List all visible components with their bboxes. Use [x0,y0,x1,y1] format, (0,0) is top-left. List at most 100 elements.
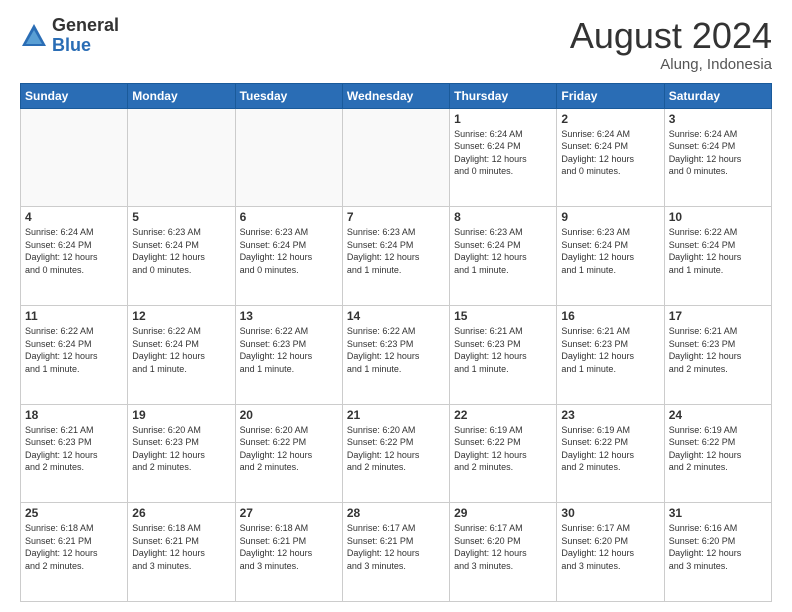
day-number: 5 [132,210,230,224]
day-info: Sunrise: 6:18 AM Sunset: 6:21 PM Dayligh… [240,522,338,572]
week-row-5: 25 Sunrise: 6:18 AM Sunset: 6:21 PM Dayli… [21,503,772,602]
day-number: 7 [347,210,445,224]
day-cell: 2 Sunrise: 6:24 AM Sunset: 6:24 PM Daylig… [557,108,664,207]
day-cell: 12 Sunrise: 6:22 AM Sunset: 6:24 PM Dayli… [128,305,235,404]
day-cell: 6 Sunrise: 6:23 AM Sunset: 6:24 PM Daylig… [235,207,342,306]
day-cell: 28Sunrise: 6:17 AM Sunset: 6:21 PM Dayli… [342,503,449,602]
weekday-header-friday: Friday [557,83,664,108]
weekday-header-tuesday: Tuesday [235,83,342,108]
month-title: August 2024 [570,16,772,56]
day-number: 4 [25,210,123,224]
day-cell: 14Sunrise: 6:22 AM Sunset: 6:23 PM Dayli… [342,305,449,404]
week-row-3: 11 Sunrise: 6:22 AM Sunset: 6:24 PM Dayli… [21,305,772,404]
day-info: Sunrise: 6:18 AM Sunset: 6:21 PM Dayligh… [132,522,230,572]
day-cell: 22Sunrise: 6:19 AM Sunset: 6:22 PM Dayli… [450,404,557,503]
day-cell: 23Sunrise: 6:19 AM Sunset: 6:22 PM Dayli… [557,404,664,503]
day-cell: 8 Sunrise: 6:23 AM Sunset: 6:24 PM Daylig… [450,207,557,306]
day-number: 10 [669,210,767,224]
day-number: 20 [240,408,338,422]
day-number: 6 [240,210,338,224]
day-cell: 5 Sunrise: 6:23 AM Sunset: 6:24 PM Daylig… [128,207,235,306]
day-info: Sunrise: 6:21 AM Sunset: 6:23 PM Dayligh… [454,325,552,375]
day-info: Sunrise: 6:21 AM Sunset: 6:23 PM Dayligh… [25,424,123,474]
weekday-header-saturday: Saturday [664,83,771,108]
day-info: Sunrise: 6:22 AM Sunset: 6:24 PM Dayligh… [132,325,230,375]
day-cell: 1 Sunrise: 6:24 AM Sunset: 6:24 PM Daylig… [450,108,557,207]
day-cell: 27 Sunrise: 6:18 AM Sunset: 6:21 PM Dayli… [235,503,342,602]
day-number: 11 [25,309,123,323]
day-cell: 15 Sunrise: 6:21 AM Sunset: 6:23 PM Dayli… [450,305,557,404]
day-number: 24 [669,408,767,422]
day-info: Sunrise: 6:20 AM Sunset: 6:22 PM Dayligh… [240,424,338,474]
day-cell: 17 Sunrise: 6:21 AM Sunset: 6:23 PM Dayli… [664,305,771,404]
day-cell: 18 Sunrise: 6:21 AM Sunset: 6:23 PM Dayli… [21,404,128,503]
header: General Blue August 2024 Alung, Indonesi… [20,16,772,73]
day-cell: 11Sunrise: 6:22 AM Sunset: 6:24 PM Dayli… [21,305,128,404]
day-info: Sunrise: 6:19 AM Sunset: 6:22 PM Dayligh… [669,424,767,474]
day-info: Sunrise: 6:22 AM Sunset: 6:23 PM Dayligh… [240,325,338,375]
day-cell: 25 Sunrise: 6:18 AM Sunset: 6:21 PM Dayli… [21,503,128,602]
day-info: Sunrise: 6:23 AM Sunset: 6:24 PM Dayligh… [347,226,445,276]
day-cell: 13 Sunrise: 6:22 AM Sunset: 6:23 PM Dayli… [235,305,342,404]
day-number: 2 [561,112,659,126]
weekday-header-wednesday: Wednesday [342,83,449,108]
logo-icon [20,22,48,50]
day-info: Sunrise: 6:22 AM Sunset: 6:24 PM Dayligh… [669,226,767,276]
day-number: 17 [669,309,767,323]
day-cell: 20 Sunrise: 6:20 AM Sunset: 6:22 PM Dayli… [235,404,342,503]
day-info: Sunrise: 6:18 AM Sunset: 6:21 PM Dayligh… [25,522,123,572]
day-cell [128,108,235,207]
day-info: Sunrise: 6:24 AM Sunset: 6:24 PM Dayligh… [561,128,659,178]
day-cell [342,108,449,207]
logo-general: General [52,15,119,35]
day-number: 13 [240,309,338,323]
day-info: Sunrise: 6:24 AM Sunset: 6:24 PM Dayligh… [669,128,767,178]
day-cell: 10 Sunrise: 6:22 AM Sunset: 6:24 PM Dayli… [664,207,771,306]
day-number: 8 [454,210,552,224]
day-cell: 30Sunrise: 6:17 AM Sunset: 6:20 PM Dayli… [557,503,664,602]
day-cell: 26 Sunrise: 6:18 AM Sunset: 6:21 PM Dayli… [128,503,235,602]
day-number: 1 [454,112,552,126]
day-number: 26 [132,506,230,520]
weekday-header-monday: Monday [128,83,235,108]
day-cell: 9Sunrise: 6:23 AM Sunset: 6:24 PM Daylig… [557,207,664,306]
logo-text: General Blue [52,16,119,56]
week-row-1: 1 Sunrise: 6:24 AM Sunset: 6:24 PM Daylig… [21,108,772,207]
day-info: Sunrise: 6:17 AM Sunset: 6:20 PM Dayligh… [561,522,659,572]
day-number: 19 [132,408,230,422]
day-info: Sunrise: 6:23 AM Sunset: 6:24 PM Dayligh… [454,226,552,276]
day-info: Sunrise: 6:21 AM Sunset: 6:23 PM Dayligh… [669,325,767,375]
logo-blue: Blue [52,35,91,55]
day-cell: 21 Sunrise: 6:20 AM Sunset: 6:22 PM Dayli… [342,404,449,503]
day-info: Sunrise: 6:19 AM Sunset: 6:22 PM Dayligh… [454,424,552,474]
day-number: 18 [25,408,123,422]
day-info: Sunrise: 6:20 AM Sunset: 6:23 PM Dayligh… [132,424,230,474]
day-number: 16 [561,309,659,323]
day-cell: 29Sunrise: 6:17 AM Sunset: 6:20 PM Dayli… [450,503,557,602]
day-info: Sunrise: 6:23 AM Sunset: 6:24 PM Dayligh… [240,226,338,276]
title-block: August 2024 Alung, Indonesia [570,16,772,73]
day-cell: 4 Sunrise: 6:24 AM Sunset: 6:24 PM Daylig… [21,207,128,306]
day-info: Sunrise: 6:23 AM Sunset: 6:24 PM Dayligh… [132,226,230,276]
day-info: Sunrise: 6:17 AM Sunset: 6:20 PM Dayligh… [454,522,552,572]
day-info: Sunrise: 6:17 AM Sunset: 6:21 PM Dayligh… [347,522,445,572]
day-cell: 24 Sunrise: 6:19 AM Sunset: 6:22 PM Dayli… [664,404,771,503]
day-number: 21 [347,408,445,422]
day-number: 14 [347,309,445,323]
day-number: 27 [240,506,338,520]
day-info: Sunrise: 6:24 AM Sunset: 6:24 PM Dayligh… [25,226,123,276]
day-number: 31 [669,506,767,520]
day-info: Sunrise: 6:24 AM Sunset: 6:24 PM Dayligh… [454,128,552,178]
day-info: Sunrise: 6:21 AM Sunset: 6:23 PM Dayligh… [561,325,659,375]
day-number: 3 [669,112,767,126]
day-cell: 19 Sunrise: 6:20 AM Sunset: 6:23 PM Dayli… [128,404,235,503]
day-cell [235,108,342,207]
day-info: Sunrise: 6:23 AM Sunset: 6:24 PM Dayligh… [561,226,659,276]
logo: General Blue [20,16,119,56]
day-info: Sunrise: 6:20 AM Sunset: 6:22 PM Dayligh… [347,424,445,474]
day-number: 15 [454,309,552,323]
day-cell: 3 Sunrise: 6:24 AM Sunset: 6:24 PM Daylig… [664,108,771,207]
week-row-2: 4 Sunrise: 6:24 AM Sunset: 6:24 PM Daylig… [21,207,772,306]
day-number: 12 [132,309,230,323]
day-number: 25 [25,506,123,520]
